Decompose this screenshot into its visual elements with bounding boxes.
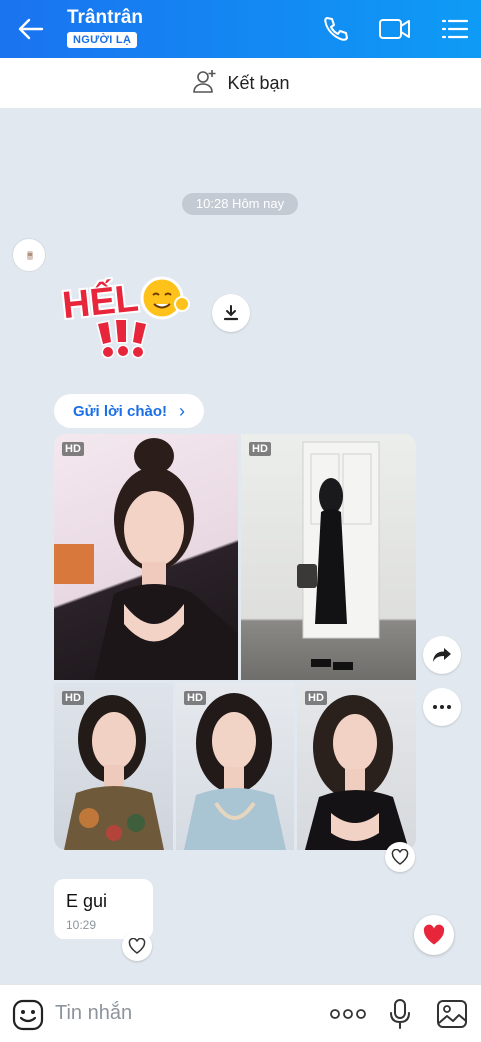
quick-heart-reaction[interactable] xyxy=(414,915,454,955)
send-greeting-label: Gửi lời chào! xyxy=(72,402,168,420)
add-friend-icon xyxy=(191,67,219,100)
photo-thumbnail[interactable]: HD xyxy=(297,683,416,850)
more-actions-icon[interactable] xyxy=(330,1007,366,1025)
download-sticker-button[interactable] xyxy=(212,294,250,332)
react-heart-button[interactable] xyxy=(385,842,415,872)
back-arrow-icon[interactable] xyxy=(16,15,46,43)
add-friend-label: Kết bạn xyxy=(227,72,290,93)
menu-list-icon[interactable] xyxy=(440,14,470,44)
hd-badge: HD xyxy=(184,691,206,705)
image-gallery-icon[interactable] xyxy=(436,999,468,1034)
photo-thumbnail[interactable]: HD xyxy=(54,683,173,850)
download-icon xyxy=(223,305,239,321)
react-heart-button[interactable] xyxy=(122,931,152,961)
heart-outline-icon xyxy=(391,849,409,865)
photo-album: HD HD HD HD HD xyxy=(54,434,416,850)
chat-header: Trântrân NGƯỜI LẠ xyxy=(0,0,481,58)
photo-thumbnail[interactable]: HD xyxy=(54,434,238,680)
add-friend-bar[interactable]: Kết bạn xyxy=(0,58,481,108)
message-bubble[interactable]: E gui 10:29 xyxy=(54,879,153,939)
sticker-emoji-icon[interactable] xyxy=(12,999,44,1036)
hd-badge: HD xyxy=(62,442,84,456)
date-separator: 10:28 Hôm nay xyxy=(182,193,298,215)
stranger-badge: NGƯỜI LẠ xyxy=(67,32,138,48)
message-composer: Tin nhắn xyxy=(0,984,481,1042)
more-dots-icon xyxy=(433,705,451,709)
send-greeting-button[interactable]: Gửi lời chào! › xyxy=(54,394,204,428)
svg-text:HẾL: HẾL xyxy=(60,276,140,328)
contact-name[interactable]: Trântrân xyxy=(67,7,143,29)
phone-icon[interactable] xyxy=(320,14,350,44)
chevron-right-icon: › xyxy=(179,400,186,421)
message-input[interactable]: Tin nhắn xyxy=(55,1002,132,1025)
hd-badge: HD xyxy=(62,691,84,705)
hello-sticker[interactable]: HẾL xyxy=(54,258,204,368)
message-time: 10:29 xyxy=(66,918,97,932)
microphone-icon[interactable] xyxy=(389,998,411,1035)
message-text: E gui xyxy=(66,891,108,911)
video-call-icon[interactable] xyxy=(378,14,412,44)
photo-thumbnail[interactable]: HD xyxy=(241,434,416,680)
photo-thumbnail[interactable]: HD xyxy=(176,683,294,850)
hd-badge: HD xyxy=(249,442,271,456)
hd-badge: HD xyxy=(305,691,327,705)
heart-outline-icon xyxy=(128,938,146,954)
more-options-button[interactable] xyxy=(423,688,461,726)
share-arrow-icon xyxy=(433,648,451,662)
heart-filled-icon xyxy=(423,924,445,945)
share-button[interactable] xyxy=(423,636,461,674)
avatar[interactable] xyxy=(12,238,46,272)
